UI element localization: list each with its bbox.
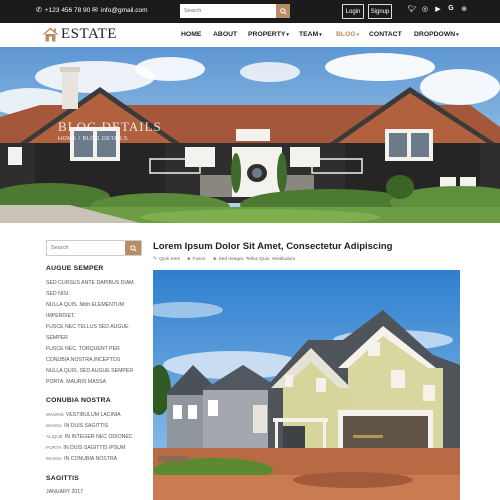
login-button[interactable]: Login [342,4,364,19]
sidebar-link[interactable]: ALIQUE IN INTEGER NEC ODIONEC [46,434,133,440]
sidebar-search-button[interactable] [125,241,141,255]
sidebar-link-text: VESTIBULUM LACINIA [65,412,121,418]
tags-icon: ⬥ [213,256,217,262]
post-category-name: Fusce [192,256,206,262]
top-search-button[interactable] [276,4,290,18]
sidebar-link[interactable]: NULLA QUIS. SED AUGUE SEMPER [46,368,133,374]
nav-home[interactable]: HOME [181,31,201,38]
top-search-input[interactable] [180,4,276,18]
logo-text: ESTATE [61,26,117,42]
sidebar-link[interactable]: JANUARY 2017 [46,489,83,495]
nav-team[interactable]: TEAM▾ [299,31,322,38]
twitter-icon[interactable]: 🐦︎ [407,5,417,13]
sidebar-link[interactable]: SED NISI. [46,291,70,297]
sidebar-link-tag: MAURIS [46,412,64,417]
nav-home-label: HOME [181,31,202,38]
sidebar-link[interactable]: NULLA QUIS. Nibh ELEMENTUM [46,302,124,308]
signup-button[interactable]: Signup [368,4,392,19]
envelope-icon: ✉ [92,7,98,14]
sidebar-link[interactable]: MASSA IN DUIS SAGITTIS [46,423,108,429]
sidebar-link[interactable]: PORTA. MAURIS MASSA [46,379,106,385]
instagram-icon[interactable]: ◎ [420,5,430,13]
post-title: Lorem Ipsum Dolor Sit Amet, Consectetur … [153,241,393,252]
chevron-down-icon: ▾ [286,32,289,38]
post-category[interactable]: ⬥ Fusce [187,256,206,262]
phone-icon: ✆ [36,7,42,14]
phone-contact[interactable]: ✆ +123 456 78 90 [36,6,91,15]
nav-team-label: TEAM [299,31,319,38]
tag-icon: ⬥ [187,256,191,262]
sidebar-link[interactable]: IMPERDIET. [46,313,75,319]
top-bar: ✆ +123 456 78 90 ✉ info@gmail.com Login … [0,0,500,23]
sidebar-link-tag: PORTA [46,445,62,450]
logo[interactable]: ESTATE [42,26,117,43]
breadcrumb: HOME / BLOG DETAILS [58,136,128,142]
search-icon [129,244,137,252]
sidebar-heading-sagittis: SAGITTIS [46,475,79,482]
hero-banner: BLOG DETAILS HOME / BLOG DETAILS [0,47,500,223]
pencil-icon: ✎ [153,256,158,262]
nav-contact-label: CONTACT [369,31,402,38]
google-icon[interactable]: G [446,5,456,12]
phone-number: +123 456 78 90 [44,6,91,14]
main-nav: ESTATE HOME ABOUT PROPERTY▾ TEAM▾ BLOG▾ … [0,23,500,47]
email-address: info@gmail.com [100,6,148,14]
sidebar-link-tag: MASSA [46,423,63,428]
sidebar-link[interactable]: PORTA IN DUIS SAGITTIS IPSUM [46,445,125,451]
house-icon [42,27,59,42]
nav-dropdown[interactable]: DROPDOWN▾ [414,31,459,38]
sidebar-link[interactable]: FUSCE NEC TELLUS SED AUGUE [46,324,129,330]
sidebar-link-tag: ALIQUE [46,434,63,439]
search-icon [279,7,287,15]
sidebar-heading-conubia-nostra: CONUBIA NOSTRA [46,397,111,404]
nav-blog[interactable]: BLOG▾ [336,31,359,38]
sidebar-link-tag: MASSA [46,456,63,461]
sidebar-link[interactable]: FUSCE NEC. TORQUENT PER [46,346,120,352]
sidebar-link[interactable]: CONUBIA NOSTRA,INCEPTOS [46,357,120,363]
nav-dropdown-label: DROPDOWN [414,31,456,38]
post-image [153,270,460,500]
post-author-name: Quis Sem [159,256,181,262]
sidebar-link[interactable]: MASSA IN CONUBIA NOSTRA [46,456,117,462]
chevron-down-icon: ▾ [456,32,459,38]
sidebar-search-input[interactable] [47,241,126,255]
construction-house-image [153,270,460,500]
nav-blog-label: BLOG [336,31,356,38]
sidebar-link[interactable]: MAURIS VESTIBULUM LACINIA [46,412,121,418]
sidebar-link-text: IN DUIS SAGITTIS IPSUM [63,445,126,451]
hero-title: BLOG DETAILS [58,119,162,134]
chevron-down-icon: ▾ [319,32,322,38]
nav-about[interactable]: ABOUT [213,31,237,38]
dribbble-icon[interactable]: ⊕ [459,5,469,13]
sidebar-link[interactable]: SED CURSUS ANTE DAPIBUS DIAM. [46,280,135,286]
post-tags-list: Sed Integer, Tellus Quis, Vestibulum [218,256,296,262]
hero-house-image [0,47,500,223]
sidebar-link-text: IN DUIS SAGITTIS [64,423,109,429]
nav-contact[interactable]: CONTACT [369,31,402,38]
post-author[interactable]: ✎ Quis Sem [153,256,180,262]
sidebar-heading-augue-semper: AUGUE SEMPER [46,265,104,272]
post-tags[interactable]: ⬥ Sed Integer, Tellus Quis, Vestibulum [213,256,295,262]
nav-property[interactable]: PROPERTY▾ [248,31,289,38]
sidebar-link-text: IN INTEGER NEC ODIONEC [64,434,133,440]
chevron-down-icon: ▾ [356,32,360,38]
nav-property-label: PROPERTY [248,31,286,38]
email-contact[interactable]: ✉ info@gmail.com [92,6,148,15]
youtube-icon[interactable]: ▶ [433,5,443,13]
sidebar-link[interactable]: SEMPER [46,335,68,341]
top-search [180,4,290,18]
sidebar-link-text: IN CONUBIA NOSTRA [64,456,118,462]
nav-about-label: ABOUT [213,31,238,38]
sidebar-search [46,240,142,256]
